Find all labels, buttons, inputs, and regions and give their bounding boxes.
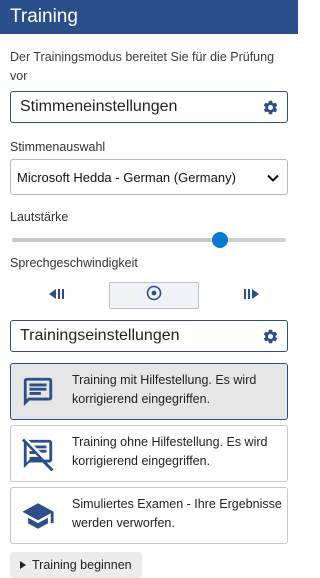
mode-option-guided[interactable]: Training mit Hilfestellung. Es wird korr… <box>10 363 288 420</box>
mode-option-exam[interactable]: Simuliertes Examen - Ihre Ergebnisse wer… <box>10 487 288 544</box>
normal-speed-icon <box>146 285 162 306</box>
volume-slider[interactable] <box>12 230 286 250</box>
mode-option-unguided-text: Training ohne Hilfestellung. Es wird kor… <box>72 435 268 468</box>
start-training-button[interactable]: Training beginnen <box>10 552 142 578</box>
speed-slower-button[interactable] <box>48 287 66 305</box>
training-settings-header: Trainingseinstellungen <box>10 320 288 352</box>
voice-settings-title: Stimmeneinstellungen <box>20 98 178 115</box>
training-settings-title: Trainingseinstellungen <box>20 327 180 344</box>
volume-slider-fill <box>12 238 221 242</box>
panel-body: Der Trainingsmodus bereitet Sie für die … <box>0 48 298 578</box>
mode-option-exam-text: Simuliertes Examen - Ihre Ergebnisse wer… <box>72 497 282 530</box>
faster-icon <box>242 287 260 305</box>
panel-header: Training <box>0 0 298 34</box>
play-triangle-icon <box>20 561 26 569</box>
speed-faster-button[interactable] <box>242 287 260 305</box>
volume-label: Lautstärke <box>10 210 69 224</box>
training-settings-gear-icon[interactable] <box>262 328 279 345</box>
graduation-cap-icon <box>18 488 58 543</box>
comment-icon <box>18 364 58 419</box>
chevron-down-icon <box>267 170 279 185</box>
slower-icon <box>48 287 66 305</box>
speed-label: Sprechgeschwindigkeit <box>10 256 138 270</box>
intro-text: Der Trainingsmodus bereitet Sie für die … <box>10 50 275 83</box>
training-mode-list: Training mit Hilfestellung. Es wird korr… <box>10 363 288 544</box>
volume-slider-thumb[interactable] <box>212 232 229 248</box>
voice-settings-gear-icon[interactable] <box>262 99 279 116</box>
start-training-label: Training beginnen <box>32 558 132 572</box>
voice-select-value: Microsoft Hedda - German (Germany) <box>17 169 236 185</box>
voice-settings-header: Stimmeneinstellungen <box>10 91 288 123</box>
mode-option-unguided[interactable]: Training ohne Hilfestellung. Es wird kor… <box>10 425 288 482</box>
mode-option-guided-text: Training mit Hilfestellung. Es wird korr… <box>72 373 257 406</box>
voice-select[interactable]: Microsoft Hedda - German (Germany) <box>10 159 288 195</box>
speed-normal-button[interactable] <box>109 282 199 309</box>
voice-select-label: Stimmenauswahl <box>10 140 106 154</box>
panel-title: Training <box>10 6 78 27</box>
comment-off-icon <box>18 426 58 481</box>
speed-controls <box>10 282 288 309</box>
